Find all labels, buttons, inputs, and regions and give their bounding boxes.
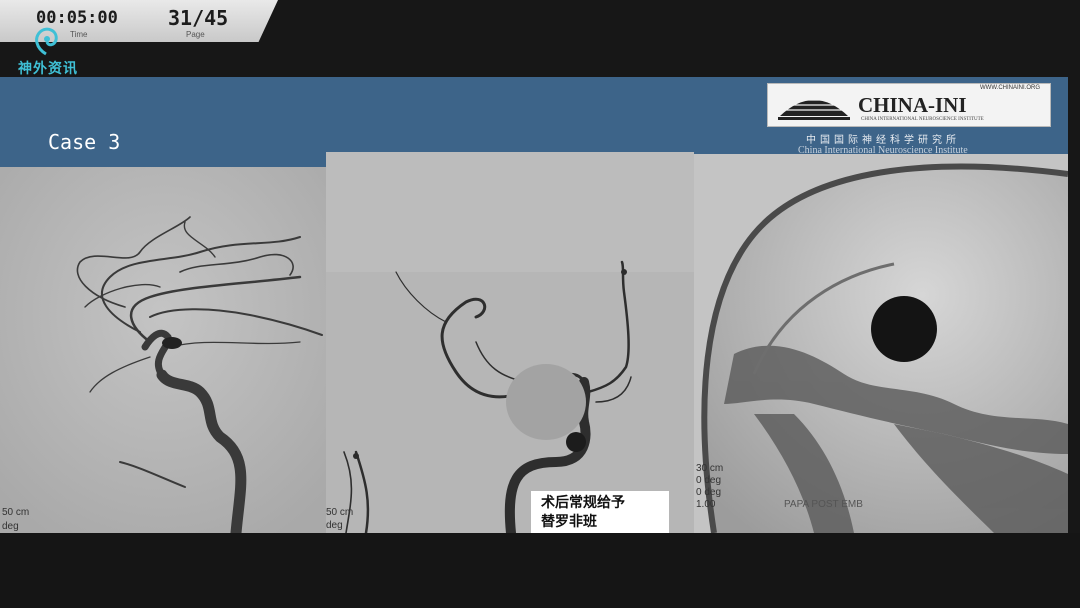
panel3-scale-label: 30 cm <box>696 463 724 474</box>
presentation-slide: Case 3 WWW.CHINAINI.ORG CHINA-INI CHINA … <box>0 77 1068 533</box>
panel2-angle-label: deg <box>326 520 343 531</box>
treatment-note: 术后常规给予 替罗非班 <box>531 491 669 533</box>
time-label: Time <box>70 30 88 39</box>
angiogram-lateral-image: 50 cm deg <box>0 167 326 533</box>
treatment-note-line2: 替罗非班 <box>541 514 597 530</box>
ini-url: WWW.CHINAINI.ORG <box>980 85 1040 91</box>
page-value: 31/45 <box>168 6 229 30</box>
bottom-bar <box>0 533 1080 608</box>
panel3-caption: PAPA POST EMB <box>784 499 863 510</box>
panel3-value-label: 1.00 <box>696 499 716 510</box>
panel2-scale-label: 50 cm <box>326 507 354 518</box>
ini-subtitle: CHINA INTERNATIONAL NEUROSCIENCE INSTITU… <box>861 117 984 122</box>
panel1-angle-label: deg <box>2 521 19 532</box>
china-ini-logo: WWW.CHINAINI.ORG CHINA-INI CHINA INTERNA… <box>767 83 1051 127</box>
ini-building-icon <box>776 90 852 126</box>
ini-name: CHINA-INI <box>858 93 967 117</box>
slide-title: Case 3 <box>48 130 121 154</box>
treatment-note-line1: 术后常规给予 <box>541 495 625 511</box>
panel3-angle-label-2: 0 deg <box>696 487 722 498</box>
angiogram-frontal-image: 50 cm deg <box>326 152 694 533</box>
ini-chinese-name: 中国国际神经科学研究所 <box>806 135 960 146</box>
brain-logo-icon <box>28 22 64 62</box>
skull-xray-image: 30 cm 0 deg 0 deg 1.00 PAPA POST EMB <box>694 154 1068 533</box>
page-label: Page <box>186 30 205 39</box>
logo-text: 神外资讯 <box>18 61 78 77</box>
panel1-scale-label: 50 cm <box>2 507 30 518</box>
panel3-angle-label-1: 0 deg <box>696 475 722 486</box>
